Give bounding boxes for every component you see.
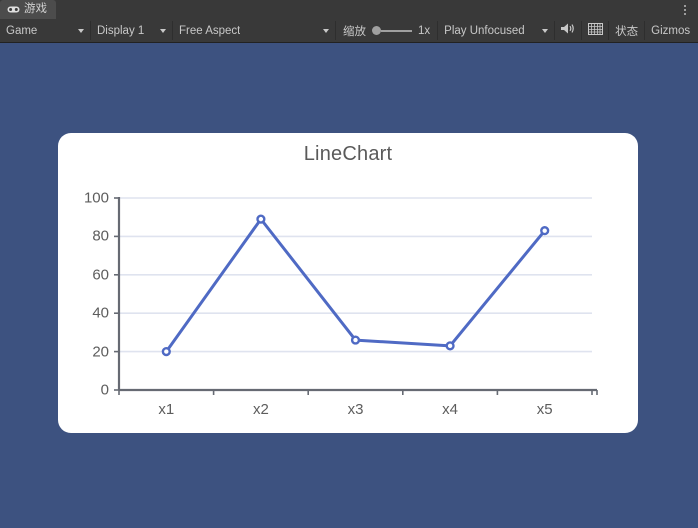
y-axis-label: 40	[92, 304, 109, 322]
tab-game[interactable]: 游戏	[0, 0, 56, 19]
line-chart-plot: 0 20 40 60 80 100 x1 x2 x3 x4 x5	[58, 133, 638, 433]
x-axis-label: x5	[536, 401, 553, 418]
zoom-value: 1x	[418, 24, 431, 37]
chevron-down-icon	[542, 28, 549, 33]
y-axis-label: 100	[83, 189, 109, 207]
grid-icon	[587, 22, 603, 40]
slider-handle-icon[interactable]	[372, 26, 381, 35]
zoom-label: 缩放	[343, 25, 366, 38]
play-mode-dropdown[interactable]: Play Unfocused	[438, 19, 554, 42]
speaker-icon	[560, 22, 576, 40]
unity-game-window: 游戏 Game Display 1 Free Aspect 缩放 1x Play…	[0, 0, 698, 528]
y-axis-label: 60	[92, 266, 109, 284]
x-axis-label: x4	[442, 401, 459, 418]
zoom-slider[interactable]	[372, 26, 412, 35]
x-axis-label: x1	[158, 401, 175, 418]
game-view-canvas[interactable]: LineChart 0 20 40 60 80 100 x1 x2 x3 x4 x5	[0, 44, 698, 528]
stats-label: 状态	[615, 25, 639, 38]
kebab-menu-icon[interactable]	[677, 0, 693, 19]
chevron-down-icon	[323, 28, 329, 33]
data-point-marker[interactable]	[161, 347, 171, 357]
chevron-down-icon	[78, 28, 84, 33]
tab-bar: 游戏	[0, 0, 698, 19]
tab-game-label: 游戏	[24, 3, 47, 15]
chevron-down-icon	[160, 28, 166, 33]
chart-card: LineChart 0 20 40 60 80 100 x1 x2 x3 x4 x5	[58, 133, 638, 433]
game-target-dropdown[interactable]: Game	[0, 19, 90, 42]
data-point-marker[interactable]	[540, 226, 550, 236]
gizmos-button[interactable]: Gizmos	[645, 19, 696, 42]
y-axis-label: 0	[100, 381, 109, 399]
aspect-ratio-dropdown[interactable]: Free Aspect	[173, 19, 335, 42]
stats-grid-button[interactable]	[582, 19, 608, 42]
x-axis-label: x2	[252, 401, 269, 418]
data-line	[164, 217, 547, 354]
stats-button[interactable]: 状态	[609, 19, 644, 42]
gamepad-icon	[7, 5, 20, 14]
data-point-marker[interactable]	[445, 341, 455, 351]
display-value: Display 1	[97, 24, 145, 37]
aspect-ratio-value: Free Aspect	[179, 24, 241, 37]
game-toolbar: Game Display 1 Free Aspect 缩放 1x Play Un…	[0, 19, 698, 43]
slider-track[interactable]	[381, 29, 412, 32]
y-axis-label: 80	[92, 227, 109, 245]
gizmos-label: Gizmos	[651, 24, 691, 37]
zoom-control[interactable]: 缩放 1x	[336, 19, 437, 42]
chart-svg	[114, 197, 598, 395]
tab-bar-spacer	[56, 0, 677, 19]
x-axis-label: x3	[347, 401, 364, 418]
game-target-value: Game	[6, 24, 38, 37]
data-point-marker[interactable]	[256, 214, 266, 224]
y-axis-label: 20	[92, 343, 109, 361]
display-dropdown[interactable]: Display 1	[91, 19, 172, 42]
data-point-marker[interactable]	[350, 335, 361, 345]
mute-audio-button[interactable]	[555, 19, 581, 42]
play-mode-value: Play Unfocused	[444, 24, 525, 37]
